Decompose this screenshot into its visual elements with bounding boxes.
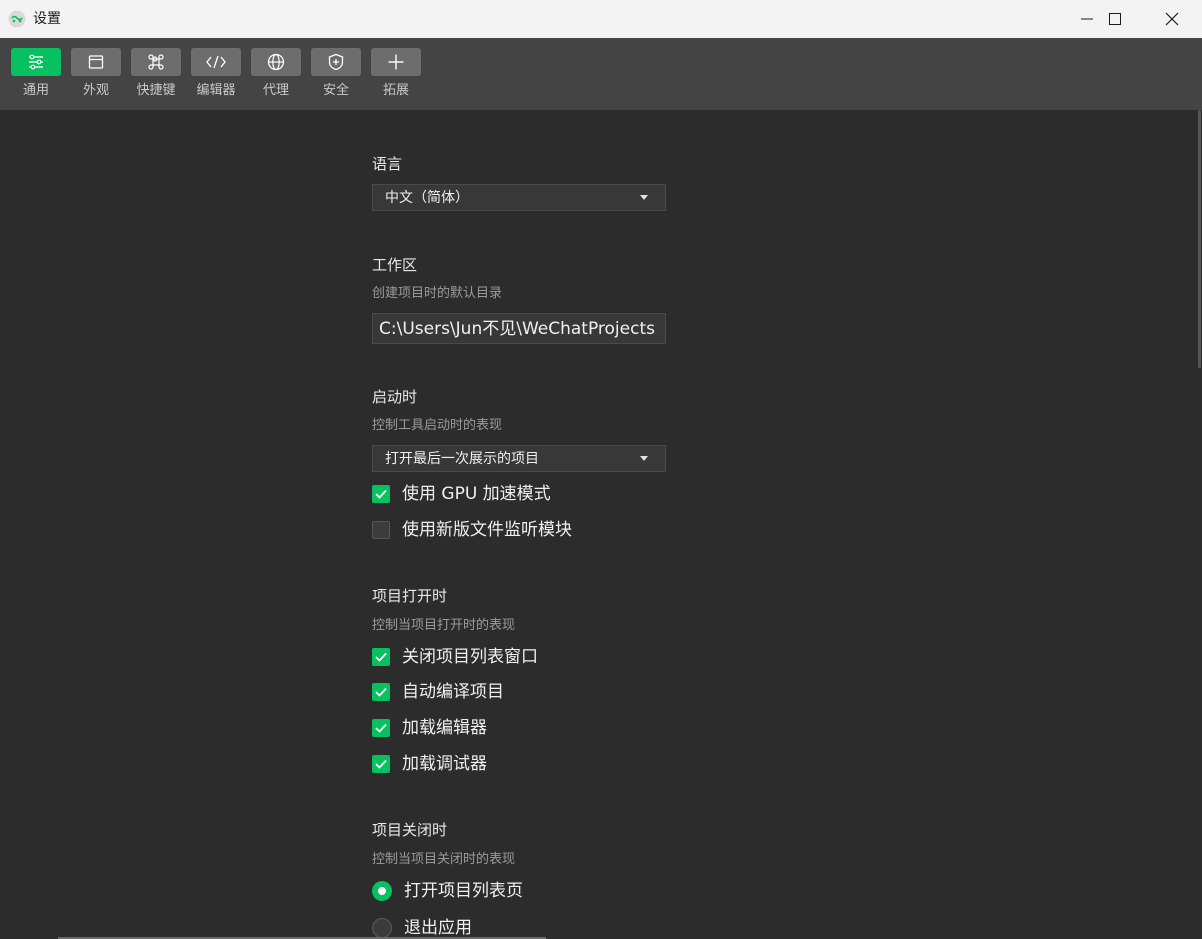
new-file-watcher-option[interactable]: 使用新版文件监听模块 <box>372 520 572 540</box>
workspace-path-value: C:\Users\Jun不见\WeChatProjects <box>379 319 655 339</box>
tab-extensions-button[interactable] <box>371 48 421 76</box>
vertical-scrollbar[interactable] <box>1197 110 1202 939</box>
title-bar: 设置 <box>0 0 1202 38</box>
gpu-acceleration-option[interactable]: 使用 GPU 加速模式 <box>372 484 551 504</box>
load-editor-checkbox[interactable] <box>372 719 390 737</box>
close-project-list-checkbox[interactable] <box>372 648 390 666</box>
settings-content: 语言 中文（简体） 工作区 创建项目时的默认目录 C:\Users\Jun不见\… <box>0 110 1202 939</box>
open-project-list-option[interactable]: 打开项目列表页 <box>372 880 523 902</box>
gpu-acceleration-label: 使用 GPU 加速模式 <box>402 484 551 504</box>
tab-shortcuts[interactable]: 快捷键 <box>131 48 181 99</box>
tab-appearance[interactable]: 外观 <box>71 48 121 99</box>
plus-icon <box>388 54 404 70</box>
close-icon <box>1165 12 1179 26</box>
language-select[interactable]: 中文（简体） <box>372 184 666 211</box>
project-open-section-title: 项目打开时 <box>372 587 448 605</box>
startup-section-desc: 控制工具启动时的表现 <box>372 418 503 433</box>
close-project-list-label: 关闭项目列表窗口 <box>402 647 538 667</box>
close-project-list-option[interactable]: 关闭项目列表窗口 <box>372 647 538 667</box>
tab-editor-label: 编辑器 <box>196 83 236 98</box>
tab-general-button[interactable] <box>11 48 61 76</box>
scrollbar-thumb[interactable] <box>1198 110 1201 368</box>
checkmark-icon <box>375 652 387 662</box>
quit-app-label: 退出应用 <box>404 918 472 938</box>
workspace-section-desc: 创建项目时的默认目录 <box>372 286 503 301</box>
tab-general-label: 通用 <box>22 83 49 98</box>
gpu-acceleration-checkbox[interactable] <box>372 485 390 503</box>
checkmark-icon <box>375 687 387 697</box>
checkmark-icon <box>375 489 387 499</box>
dropdown-arrow-icon <box>640 456 648 461</box>
auto-compile-label: 自动编译项目 <box>402 682 504 702</box>
general-settings-icon <box>29 54 43 70</box>
tab-extensions-label: 拓展 <box>382 83 409 98</box>
dropdown-arrow-icon <box>640 195 648 200</box>
wechat-devtools-logo-icon <box>8 10 26 28</box>
tab-editor[interactable]: 编辑器 <box>191 48 241 99</box>
quit-app-radio[interactable] <box>372 918 392 938</box>
language-section-title: 语言 <box>372 155 403 173</box>
shield-icon <box>328 53 344 71</box>
tab-general[interactable]: 通用 <box>11 48 61 99</box>
load-debugger-label: 加载调试器 <box>402 754 487 774</box>
code-editor-icon <box>206 55 226 69</box>
tab-proxy[interactable]: 代理 <box>251 48 301 99</box>
new-file-watcher-checkbox[interactable] <box>372 521 390 539</box>
language-select-value: 中文（简体） <box>385 190 469 206</box>
window-title: 设置 <box>33 11 61 27</box>
open-project-list-radio[interactable] <box>372 881 392 901</box>
maximize-icon <box>1109 13 1121 25</box>
settings-tab-toolbar: 通用 外观 快捷键 编辑器 代理 安全 拓展 <box>0 38 1202 110</box>
shortcut-command-icon <box>148 54 164 70</box>
globe-proxy-icon <box>267 53 285 71</box>
tab-appearance-label: 外观 <box>82 83 109 98</box>
new-file-watcher-label: 使用新版文件监听模块 <box>402 520 572 540</box>
load-editor-option[interactable]: 加载编辑器 <box>372 718 487 738</box>
workspace-section-title: 工作区 <box>372 256 418 274</box>
project-close-section-title: 项目关闭时 <box>372 821 448 839</box>
tab-shortcuts-label: 快捷键 <box>136 83 176 98</box>
checkmark-icon <box>375 759 387 769</box>
tab-editor-button[interactable] <box>191 48 241 76</box>
auto-compile-checkbox[interactable] <box>372 683 390 701</box>
tab-proxy-label: 代理 <box>262 83 289 98</box>
tab-extensions[interactable]: 拓展 <box>371 48 421 99</box>
tab-security-label: 安全 <box>322 83 349 98</box>
tab-proxy-button[interactable] <box>251 48 301 76</box>
open-project-list-label: 打开项目列表页 <box>404 881 523 901</box>
auto-compile-option[interactable]: 自动编译项目 <box>372 682 504 702</box>
project-close-section-desc: 控制当项目关闭时的表现 <box>372 852 516 867</box>
load-debugger-checkbox[interactable] <box>372 755 390 773</box>
load-debugger-option[interactable]: 加载调试器 <box>372 754 487 774</box>
appearance-icon <box>88 55 104 69</box>
startup-behavior-select[interactable]: 打开最后一次展示的项目 <box>372 445 666 472</box>
maximize-button[interactable] <box>1086 0 1144 38</box>
tab-security[interactable]: 安全 <box>311 48 361 99</box>
load-editor-label: 加载编辑器 <box>402 718 487 738</box>
close-window-button[interactable] <box>1143 0 1201 38</box>
checkmark-icon <box>375 723 387 733</box>
quit-app-option[interactable]: 退出应用 <box>372 917 472 939</box>
workspace-path-field[interactable]: C:\Users\Jun不见\WeChatProjects <box>372 313 666 344</box>
tab-appearance-button[interactable] <box>71 48 121 76</box>
project-open-section-desc: 控制当项目打开时的表现 <box>372 618 516 633</box>
tab-shortcuts-button[interactable] <box>131 48 181 76</box>
startup-section-title: 启动时 <box>372 388 418 406</box>
tab-security-button[interactable] <box>311 48 361 76</box>
startup-select-value: 打开最后一次展示的项目 <box>385 451 539 467</box>
